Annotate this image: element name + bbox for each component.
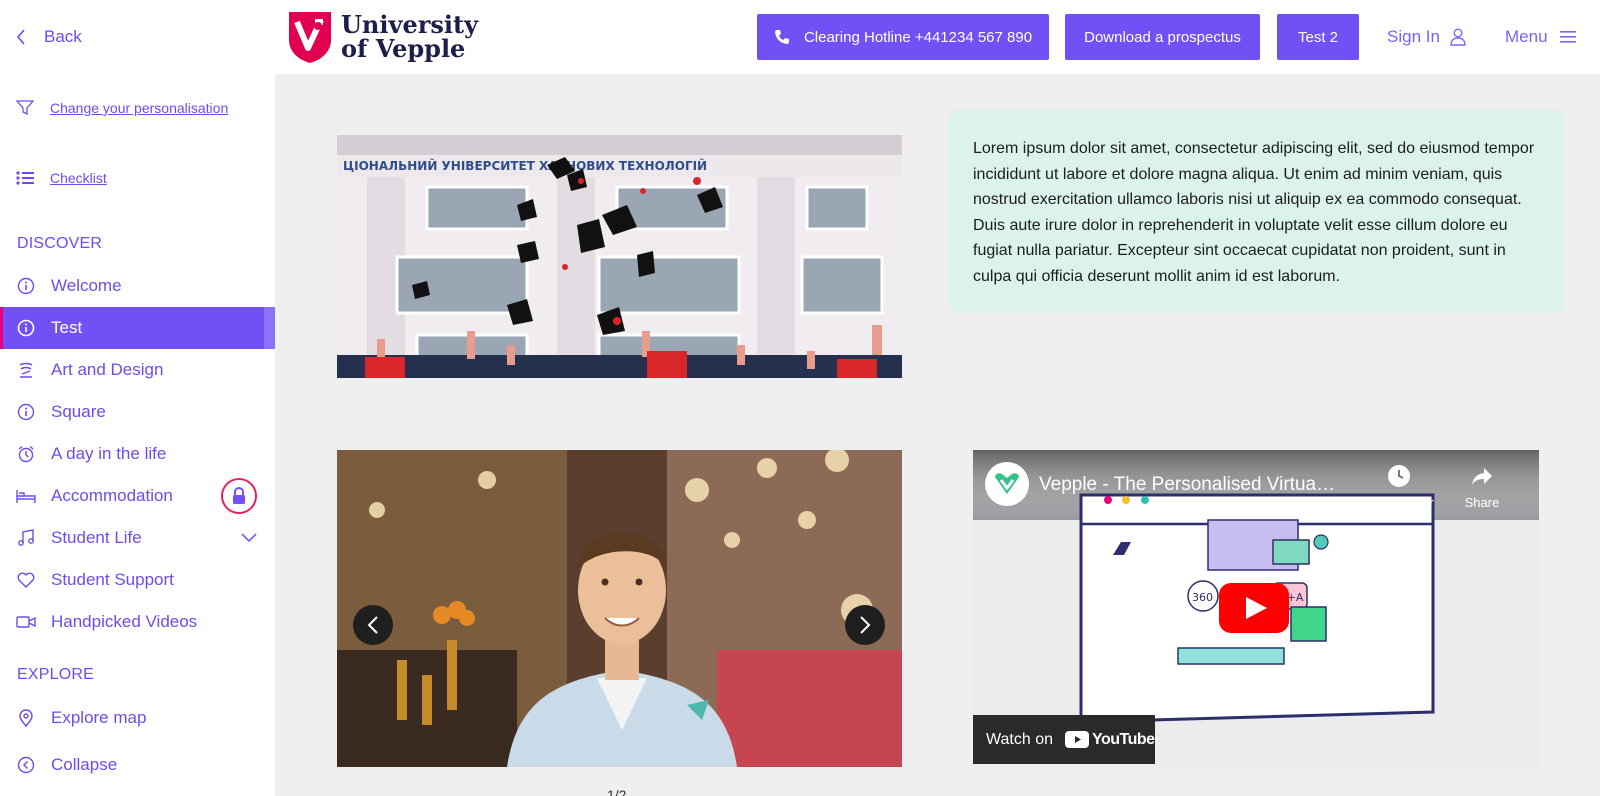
menu-button[interactable]: Menu	[1505, 24, 1576, 50]
watch-on-label: Watch on	[986, 730, 1053, 748]
logo-line-2: of Vepple	[341, 34, 466, 63]
user-icon	[1450, 28, 1466, 46]
download-prospectus-button[interactable]: Download a prospectus	[1065, 14, 1260, 60]
phone-icon	[774, 30, 789, 44]
filter-icon	[16, 100, 34, 116]
channel-avatar-icon	[985, 462, 1029, 506]
test-2-label: Test 2	[1297, 28, 1339, 46]
carousel-pager: 1/2	[607, 787, 627, 796]
art-icon	[16, 360, 36, 380]
nav-item-student-support[interactable]: Student Support	[0, 559, 275, 601]
sign-in-link[interactable]: Sign In	[1387, 24, 1466, 50]
nav-item-welcome[interactable]: Welcome	[0, 265, 275, 307]
share-icon	[1472, 468, 1492, 485]
nav-item-label: Explore map	[51, 708, 147, 727]
watch-later-button[interactable]: Watch Later	[1359, 464, 1439, 510]
nav-item-student-life[interactable]: Student Life	[0, 517, 275, 559]
nav-item-a-day-in-the-life[interactable]: A day in the life	[0, 433, 275, 475]
carousel-prev-button[interactable]	[353, 605, 393, 645]
chevron-right-icon	[860, 616, 871, 634]
chevron-left-icon	[367, 616, 378, 634]
lorem-paragraph: Lorem ipsum dolor sit amet, consectetur …	[973, 140, 1535, 285]
nav-item-label: Test	[51, 318, 83, 337]
carousel-photo	[337, 450, 902, 767]
image-carousel[interactable]	[337, 450, 902, 767]
hamburger-icon	[1559, 31, 1576, 43]
play-button-icon[interactable]	[1219, 583, 1289, 633]
menu-label: Menu	[1505, 27, 1548, 46]
prospectus-label: Download a prospectus	[1084, 28, 1241, 46]
watch-later-label: Watch Later	[1364, 495, 1434, 510]
vepple-shield-icon	[289, 12, 331, 63]
share-label: Share	[1464, 495, 1500, 510]
lock-icon[interactable]	[221, 478, 257, 514]
heart-icon	[16, 570, 36, 590]
nav-item-handpicked-videos[interactable]: Handpicked Videos	[0, 601, 275, 643]
info-icon	[16, 276, 36, 296]
watch-on-youtube-button[interactable]: Watch on YouTube	[973, 715, 1155, 764]
chevron-left-icon	[16, 29, 25, 45]
clearing-hotline-button[interactable]: Clearing Hotline +441234 567 890	[757, 14, 1049, 60]
nav-item-label: Accommodation	[51, 486, 173, 505]
bed-icon	[16, 486, 36, 506]
info-icon	[16, 318, 36, 338]
screen-360-text: 360	[1192, 591, 1213, 604]
share-button[interactable]: Share	[1459, 464, 1505, 510]
nav-item-accommodation[interactable]: Accommodation	[0, 475, 275, 517]
video-title[interactable]: Vepple - The Personalised Virtual E...	[1039, 474, 1339, 496]
nav-item-label: Art and Design	[51, 360, 164, 379]
nav-item-label: Handpicked Videos	[51, 612, 198, 631]
back-label: Back	[44, 27, 82, 46]
test-2-button[interactable]: Test 2	[1277, 14, 1359, 60]
change-personalisation-link[interactable]: Change your personalisation	[16, 100, 228, 116]
map-pin-icon	[16, 708, 36, 728]
graduation-photo: ЦІОНАЛЬНИЙ УНІВЕРСИТЕТ ХАРЧОВИХ ТЕХНОЛОГ…	[337, 135, 902, 378]
sign-in-label: Sign In	[1387, 27, 1440, 46]
nav-item-label: Student Life	[51, 528, 142, 547]
youtube-label: YouTube	[1092, 730, 1155, 748]
nav-item-explore-map[interactable]: Explore map	[0, 697, 275, 739]
clock-icon	[1388, 465, 1410, 487]
discover-heading: DISCOVER	[17, 235, 103, 252]
lorem-text-card: Lorem ipsum dolor sit amet, consectetur …	[949, 110, 1564, 313]
nav-item-art-and-design[interactable]: Art and Design	[0, 349, 275, 391]
chevron-down-icon[interactable]	[241, 528, 257, 548]
nav-item-test[interactable]: Test	[0, 307, 275, 349]
back-button[interactable]: Back	[16, 24, 82, 50]
collapse-button[interactable]: Collapse	[0, 744, 275, 786]
nav-item-square[interactable]: Square	[0, 391, 275, 433]
checklist-label: Checklist	[50, 170, 107, 186]
info-icon	[16, 402, 36, 422]
checklist-link[interactable]: Checklist	[16, 170, 107, 186]
music-icon	[16, 528, 36, 548]
collapse-icon	[16, 755, 36, 775]
change-personalisation-label: Change your personalisation	[50, 100, 229, 116]
building-sign-text: ЦІОНАЛЬНИЙ УНІВЕРСИТЕТ ХАРЧОВИХ ТЕХНОЛОГ…	[343, 158, 707, 173]
list-icon	[16, 171, 34, 185]
university-logo[interactable]: University of Vepple	[287, 10, 478, 64]
youtube-logo-icon	[1065, 731, 1089, 748]
video-camera-icon	[16, 612, 36, 632]
nav-item-label: Square	[51, 402, 106, 421]
hotline-label: Clearing Hotline +441234 567 890	[803, 28, 1033, 46]
top-header: University of Vepple Clearing Hotline +4…	[275, 0, 1600, 74]
nav-item-label: A day in the life	[51, 444, 167, 463]
nav-item-label: Student Support	[51, 570, 174, 589]
nav-item-label: Welcome	[51, 276, 122, 295]
alarm-clock-icon	[16, 444, 36, 464]
carousel-next-button[interactable]	[845, 605, 885, 645]
nav-item-label: Collapse	[51, 755, 118, 774]
explore-heading: EXPLORE	[17, 666, 94, 683]
youtube-video-embed[interactable]: 360 Q+A Vepple - The Personalised Virtua…	[973, 450, 1539, 767]
sidebar: Back Change your personalisation Checkli…	[0, 0, 275, 796]
